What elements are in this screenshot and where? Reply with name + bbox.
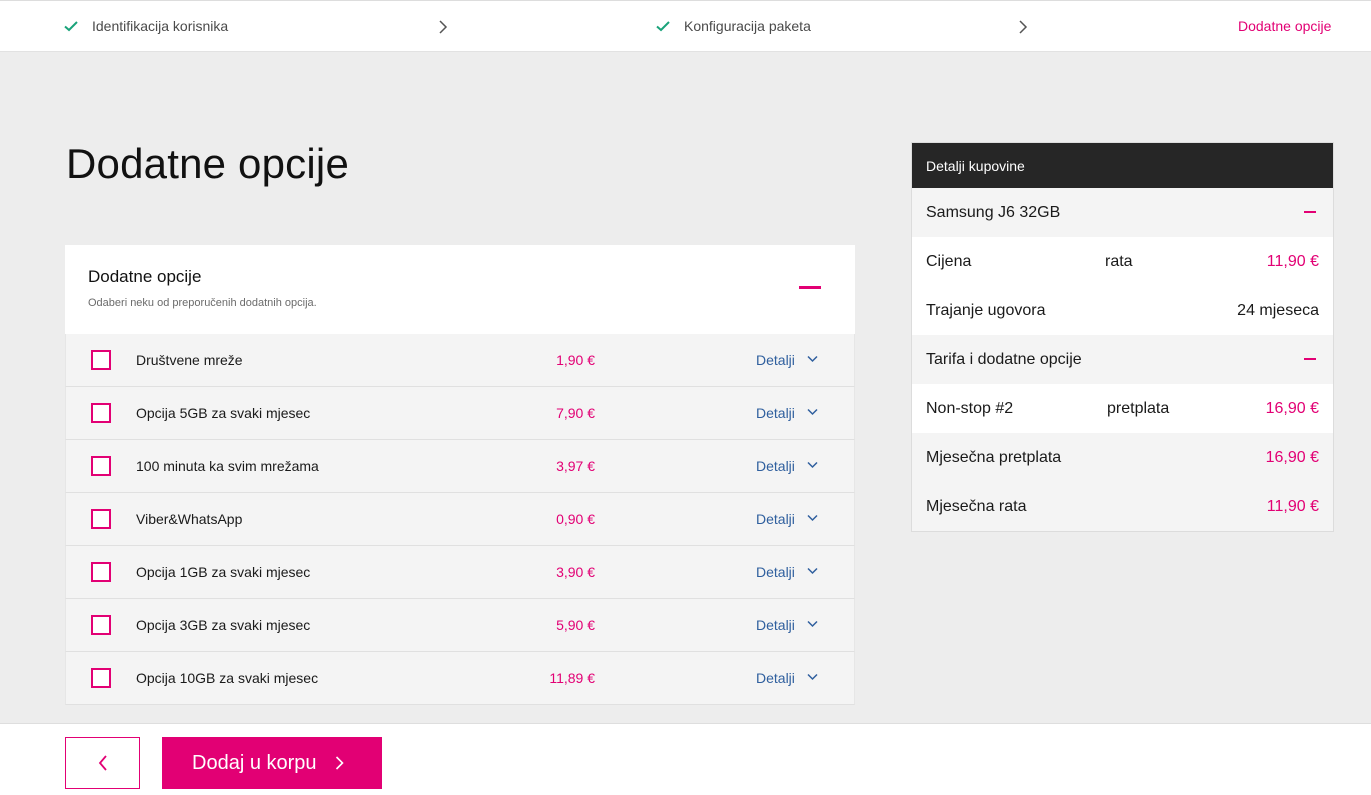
tariff-name: Non-stop #2 — [926, 400, 1014, 417]
step-additional-options[interactable]: Dodatne opcije — [1238, 18, 1331, 34]
device-section-header[interactable]: Samsung J6 32GB — [912, 188, 1333, 237]
option-checkbox[interactable] — [91, 668, 111, 688]
chevron-down-icon — [807, 567, 818, 574]
page-title: Dodatne opcije — [66, 140, 349, 187]
step-label: Dodatne opcije — [1238, 18, 1332, 34]
monthly-installment-row: Mjesečna rata 11,90 € — [912, 482, 1333, 531]
option-price: 5,90 € — [556, 617, 595, 633]
monthly-installment-label: Mjesečna rata — [926, 498, 1027, 515]
chevron-down-icon — [807, 673, 818, 680]
contract-duration-row: Trajanje ugovora 24 mjeseca — [912, 286, 1333, 335]
step-label: Konfiguracija paketa — [684, 18, 811, 34]
option-row: Opcija 3GB za svaki mjesec 5,90 € Detalji — [65, 599, 855, 652]
details-label: Detalji — [756, 405, 795, 421]
option-details-link[interactable]: Detalji — [756, 617, 818, 633]
option-price: 0,90 € — [556, 511, 595, 527]
details-label: Detalji — [756, 564, 795, 580]
option-name: Društvene mreže — [136, 352, 243, 368]
option-checkbox[interactable] — [91, 562, 111, 582]
option-price: 3,97 € — [556, 458, 595, 474]
collapse-icon[interactable] — [1304, 211, 1316, 213]
option-name: 100 minuta ka svim mrežama — [136, 458, 319, 474]
chevron-down-icon — [807, 408, 818, 415]
back-button[interactable] — [65, 737, 140, 789]
option-name: Opcija 3GB za svaki mjesec — [136, 617, 311, 633]
option-name: Opcija 5GB za svaki mjesec — [136, 405, 311, 421]
option-row: Viber&WhatsApp 0,90 € Detalji — [65, 493, 855, 546]
collapse-icon[interactable] — [1304, 358, 1316, 360]
option-checkbox[interactable] — [91, 456, 111, 476]
details-label: Detalji — [756, 670, 795, 686]
option-details-link[interactable]: Detalji — [756, 564, 818, 580]
monthly-subscription-row: Mjesečna pretplata 16,90 € — [912, 433, 1333, 482]
option-checkbox[interactable] — [91, 509, 111, 529]
price-value: 11,90 € — [1266, 253, 1319, 270]
chevron-down-icon — [807, 514, 818, 521]
chevron-down-icon — [807, 355, 818, 362]
option-checkbox[interactable] — [91, 403, 111, 423]
option-checkbox[interactable] — [91, 615, 111, 635]
footer-bar: Dodaj u korpu — [0, 723, 1371, 795]
check-icon — [64, 21, 78, 32]
chevron-right-icon — [335, 756, 344, 770]
option-details-link[interactable]: Detalji — [756, 511, 818, 527]
option-row: Opcija 5GB za svaki mjesec 7,90 € Detalji — [65, 387, 855, 440]
option-name: Viber&WhatsApp — [136, 511, 243, 527]
details-label: Detalji — [756, 352, 795, 368]
checkout-stepper: Identifikacija korisnika Konfiguracija p… — [0, 0, 1371, 52]
monthly-installment-value: 11,90 € — [1266, 498, 1319, 515]
option-row: 100 minuta ka svim mrežama 3,97 € Detalji — [65, 440, 855, 493]
details-label: Detalji — [756, 511, 795, 527]
option-price: 11,89 € — [549, 670, 595, 686]
options-header: Dodatne opcije Odaberi neku od preporuče… — [65, 245, 855, 334]
details-label: Detalji — [756, 458, 795, 474]
price-label: Cijena — [926, 253, 972, 270]
device-name: Samsung J6 32GB — [926, 204, 1061, 221]
option-checkbox[interactable] — [91, 350, 111, 370]
contract-label: Trajanje ugovora — [926, 302, 1046, 319]
add-to-cart-label: Dodaj u korpu — [192, 751, 317, 774]
check-icon — [656, 21, 670, 32]
step-identification[interactable]: Identifikacija korisnika — [64, 18, 228, 34]
price-type: rata — [1105, 253, 1133, 270]
tariff-row: Non-stop #2 pretplata 16,90 € — [912, 384, 1333, 433]
option-row: Društvene mreže 1,90 € Detalji — [65, 334, 855, 387]
option-details-link[interactable]: Detalji — [756, 670, 818, 686]
option-price: 1,90 € — [556, 352, 595, 368]
tariff-section-label: Tarifa i dodatne opcije — [926, 351, 1082, 368]
chevron-down-icon — [807, 620, 818, 627]
chevron-right-icon — [1019, 20, 1028, 34]
step-label: Identifikacija korisnika — [92, 18, 229, 34]
option-price: 3,90 € — [556, 564, 595, 580]
contract-value: 24 mjeseca — [1237, 302, 1319, 319]
option-details-link[interactable]: Detalji — [756, 458, 818, 474]
option-details-link[interactable]: Detalji — [756, 405, 818, 421]
option-row: Opcija 10GB za svaki mjesec 11,89 € Detalj… — [65, 652, 855, 705]
options-subtitle: Odaberi neku od preporučenih dodatnih op… — [88, 297, 317, 309]
additional-options-panel: Dodatne opcije Odaberi neku od preporuče… — [65, 245, 855, 705]
step-configuration[interactable]: Konfiguracija paketa — [656, 18, 811, 34]
option-price: 7,90 € — [556, 405, 595, 421]
option-details-link[interactable]: Detalji — [756, 352, 818, 368]
collapse-icon[interactable] — [799, 286, 821, 289]
chevron-right-icon — [439, 20, 448, 34]
tariff-value: 16,90 € — [1265, 400, 1319, 417]
chevron-left-icon — [98, 755, 107, 771]
chevron-down-icon — [807, 461, 818, 468]
add-to-cart-button[interactable]: Dodaj u korpu — [162, 737, 382, 789]
summary-title: Detalji kupovine — [912, 143, 1333, 188]
tariff-type: pretplata — [1107, 400, 1170, 417]
option-name: Opcija 1GB za svaki mjesec — [136, 564, 311, 580]
details-label: Detalji — [756, 617, 795, 633]
options-title: Dodatne opcije — [88, 267, 202, 286]
monthly-subscription-label: Mjesečna pretplata — [926, 449, 1062, 466]
purchase-summary: Detalji kupovine Samsung J6 32GB Cijena … — [911, 142, 1334, 532]
tariff-section-header[interactable]: Tarifa i dodatne opcije — [912, 335, 1333, 384]
device-price-row: Cijena rata 11,90 € — [912, 237, 1333, 286]
option-name: Opcija 10GB za svaki mjesec — [136, 670, 319, 686]
option-row: Opcija 1GB za svaki mjesec 3,90 € Detalji — [65, 546, 855, 599]
monthly-subscription-value: 16,90 € — [1265, 449, 1319, 466]
